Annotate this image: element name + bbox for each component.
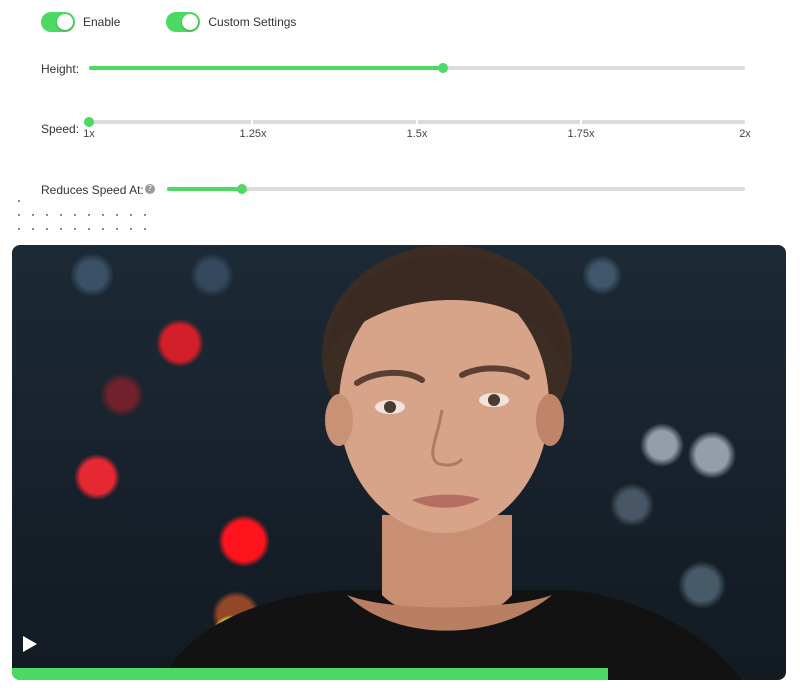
decoration-dot [102, 214, 104, 216]
play-button[interactable] [21, 634, 39, 654]
speed-tick-label: 1x [83, 128, 95, 140]
decoration-dot [102, 228, 104, 230]
speed-tick [580, 119, 582, 125]
decoration-dot [74, 228, 76, 230]
reduces-speed-label: Reduces Speed At: [41, 183, 144, 197]
play-icon [23, 636, 37, 652]
decoration-dot [32, 214, 34, 216]
video-player[interactable] [12, 245, 786, 680]
custom-settings-label: Custom Settings [208, 15, 297, 29]
height-slider-fill [89, 66, 444, 70]
decoration-dot [116, 228, 118, 230]
speed-tick-label: 1.75x [567, 128, 595, 140]
height-label: Height: [41, 62, 80, 76]
switch-knob [57, 14, 73, 30]
decoration-dot [46, 228, 48, 230]
custom-settings-switch[interactable] [166, 12, 201, 32]
video-progress-bar[interactable] [12, 668, 786, 680]
speed-tick-label: 1.5x [406, 128, 428, 140]
info-icon[interactable]: ? [145, 184, 155, 194]
speed-label: Speed: [41, 122, 80, 136]
reduces-speed-slider[interactable] [167, 184, 745, 194]
toggle-row: Enable Custom Settings [41, 12, 342, 32]
enable-switch[interactable] [41, 12, 75, 32]
decoration-dot [46, 214, 48, 216]
decoration-dot [18, 214, 20, 216]
decoration-dot [88, 228, 90, 230]
decoration-dot [130, 214, 132, 216]
decoration-dot [18, 228, 20, 230]
decoration-dot [32, 228, 34, 230]
speed-tick-label: 1.25x [239, 128, 267, 140]
speed-slider-thumb[interactable] [84, 117, 94, 127]
decoration-dot [116, 214, 118, 216]
custom-settings-toggle[interactable]: Custom Settings [166, 12, 296, 32]
enable-label: Enable [83, 15, 121, 29]
dotted-decoration [18, 200, 158, 236]
speed-tick-label: 2x [739, 128, 751, 140]
decoration-dot [60, 214, 62, 216]
reduces-speed-slider-fill [167, 187, 243, 191]
height-slider[interactable] [89, 63, 745, 73]
reduces-speed-slider-thumb[interactable] [237, 184, 248, 194]
decoration-dot [130, 228, 132, 230]
decoration-dot [18, 200, 20, 202]
speed-slider[interactable]: 1x 1.25x 1.5x 1.75x 2x [83, 117, 751, 140]
height-slider-thumb[interactable] [438, 63, 449, 73]
decoration-dot [60, 228, 62, 230]
decoration-dot [74, 214, 76, 216]
speed-tick [416, 119, 418, 125]
decoration-dot [144, 214, 146, 216]
decoration-dot [144, 228, 146, 230]
enable-toggle[interactable]: Enable [41, 12, 120, 32]
decoration-dot [88, 214, 90, 216]
video-progress-fill [12, 668, 608, 680]
switch-knob [182, 14, 199, 30]
video-frame [162, 245, 742, 680]
speed-tick [251, 119, 253, 125]
